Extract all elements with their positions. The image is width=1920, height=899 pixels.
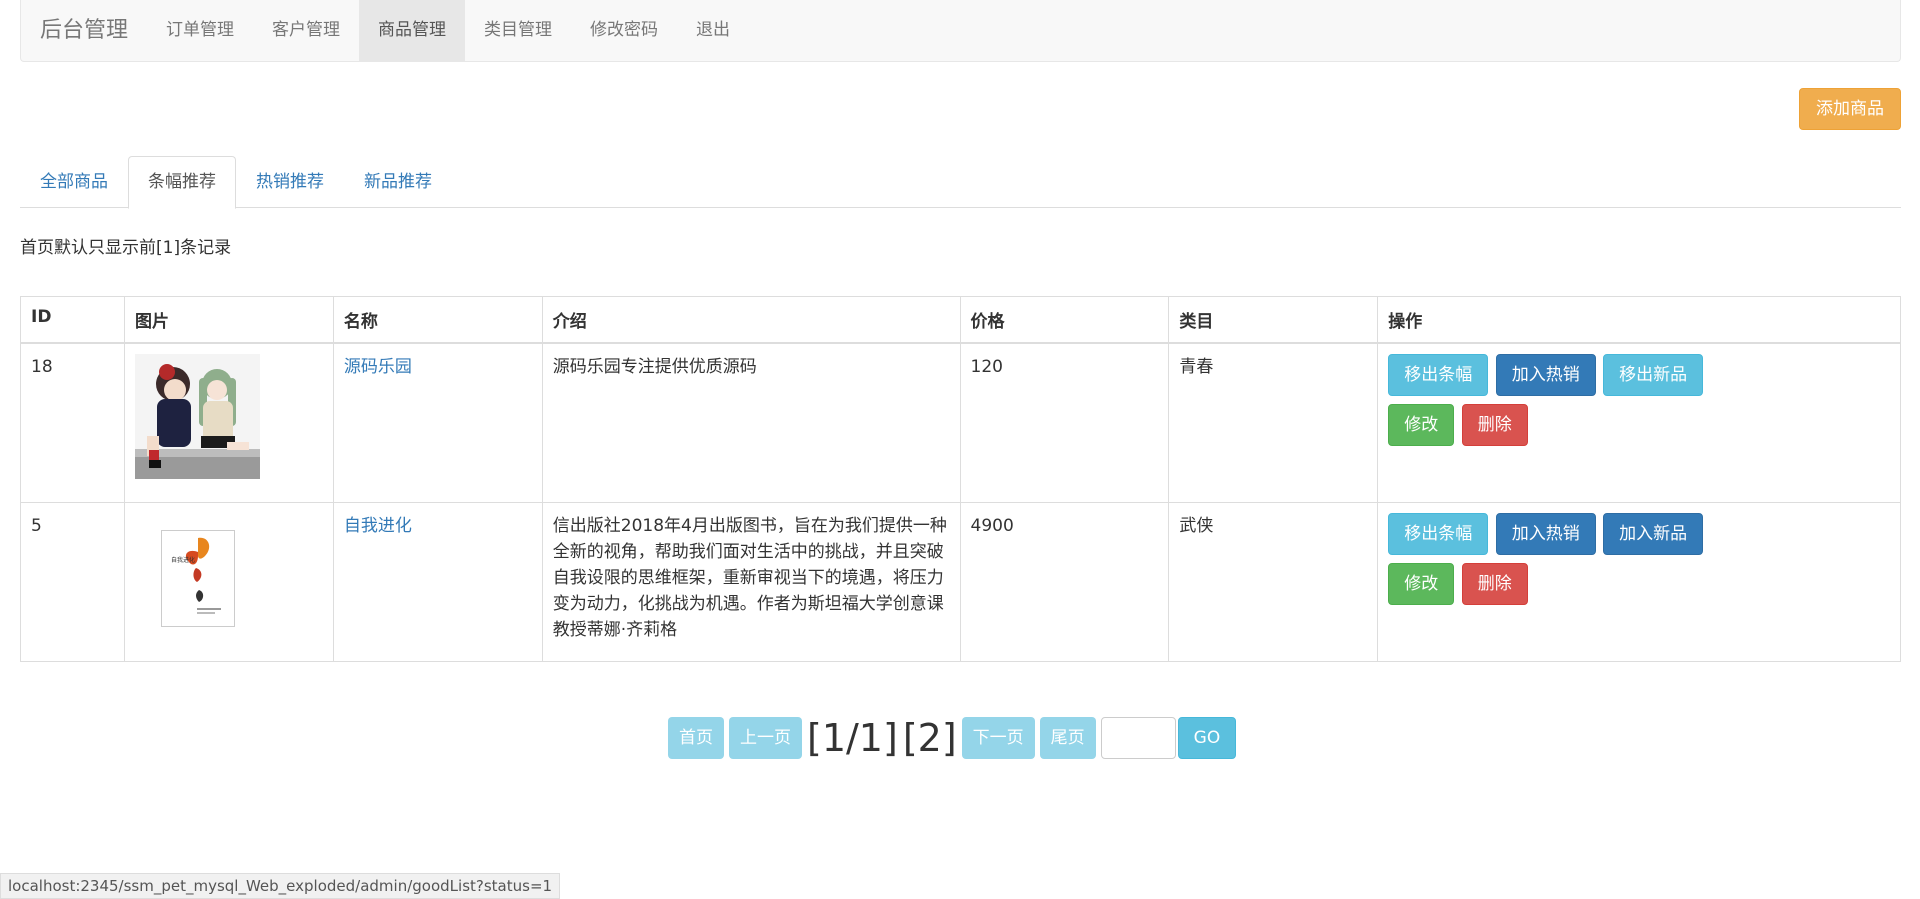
add-goods-button[interactable]: 添加商品: [1799, 88, 1901, 130]
nav-item-categories[interactable]: 类目管理: [465, 0, 571, 61]
page-number-input[interactable]: [1100, 717, 1176, 759]
nav-item-customers[interactable]: 客户管理: [253, 0, 359, 61]
record-notice: 首页默认只显示前[1]条记录: [20, 238, 232, 258]
product-image: 自我进化: [160, 529, 235, 627]
prev-page-button[interactable]: 上一页: [729, 717, 802, 759]
tab-all-goods[interactable]: 全部商品: [20, 156, 128, 208]
next-page-button[interactable]: 下一页: [961, 717, 1035, 759]
edit-button[interactable]: 修改: [1388, 404, 1455, 446]
nav-item-orders[interactable]: 订单管理: [147, 0, 253, 61]
remove-banner-button[interactable]: 移出条幅: [1388, 354, 1489, 396]
header-intro: 介绍: [541, 296, 961, 344]
nav-item-logout[interactable]: 退出: [677, 0, 749, 61]
nav-item-goods[interactable]: 商品管理: [359, 0, 466, 61]
cell-category: 武侠: [1168, 501, 1379, 662]
add-hot-button[interactable]: 加入热销: [1495, 512, 1596, 555]
delete-button[interactable]: 删除: [1461, 404, 1528, 446]
cell-id: 18: [20, 342, 125, 503]
cell-actions: 移出条幅 加入热销 移出新品 修改 删除: [1377, 342, 1901, 503]
cell-price: 120: [959, 342, 1170, 503]
header-category: 类目: [1168, 296, 1379, 344]
table-row: 5 自我进化 自我进化 信出版社2018年4月出版图书，旨在为我们提供一种全新的…: [20, 501, 1901, 662]
cell-intro: 信出版社2018年4月出版图书，旨在为我们提供一种全新的视角，帮助我们面对生活中…: [541, 501, 961, 662]
book-cover-title: 自我进化: [171, 556, 195, 564]
tab-hot-recommend[interactable]: 热销推荐: [236, 156, 344, 208]
remove-banner-button[interactable]: 移出条幅: [1388, 512, 1489, 555]
product-image: [134, 354, 260, 479]
table-header-row: ID 图片 名称 介绍 价格 类目 操作: [20, 296, 1901, 344]
delete-button[interactable]: 删除: [1461, 562, 1528, 605]
cell-intro: 源码乐园专注提供优质源码: [541, 342, 961, 503]
browser-status-url: localhost:2345/ssm_pet_mysql_Web_explode…: [0, 873, 561, 899]
top-navbar: 后台管理 订单管理 客户管理 商品管理 类目管理 修改密码 退出: [20, 0, 1901, 62]
header-image: 图片: [123, 296, 334, 344]
header-id: ID: [20, 296, 125, 344]
page-link[interactable]: [2]: [903, 716, 957, 760]
first-page-button[interactable]: 首页: [668, 717, 724, 759]
pagination: 首页 上一页 [1/1] [2] 下一页 尾页 GO: [668, 716, 1237, 760]
last-page-button[interactable]: 尾页: [1039, 717, 1096, 759]
cell-actions: 移出条幅 加入热销 加入新品 修改 删除: [1377, 501, 1901, 662]
cell-price: 4900: [959, 501, 1170, 662]
page-info: [1/1]: [807, 716, 898, 760]
cell-category: 青春: [1168, 342, 1379, 503]
cell-name: 自我进化: [332, 501, 543, 662]
table-row: 18 源码乐园 源码乐园专注提供优质源码 120 青春 移出条幅 加入热销 移出…: [20, 342, 1901, 503]
nav-item-change-password[interactable]: 修改密码: [571, 0, 677, 61]
go-button[interactable]: GO: [1177, 717, 1237, 759]
tab-new-recommend[interactable]: 新品推荐: [344, 156, 452, 208]
header-name: 名称: [332, 296, 543, 344]
add-hot-button[interactable]: 加入热销: [1495, 354, 1596, 396]
tab-banner-recommend[interactable]: 条幅推荐: [128, 156, 236, 209]
product-name-link[interactable]: 自我进化: [344, 516, 412, 536]
nav-brand[interactable]: 后台管理: [21, 0, 147, 61]
cell-name: 源码乐园: [332, 342, 543, 503]
header-actions: 操作: [1377, 296, 1901, 344]
add-new-button[interactable]: 加入新品: [1603, 512, 1704, 555]
header-price: 价格: [959, 296, 1170, 344]
cell-id: 5: [20, 501, 125, 662]
cell-image: [123, 342, 334, 503]
edit-button[interactable]: 修改: [1388, 562, 1455, 605]
remove-new-button[interactable]: 移出新品: [1603, 354, 1704, 396]
product-name-link[interactable]: 源码乐园: [344, 357, 412, 377]
cell-image: 自我进化: [123, 501, 334, 662]
goods-filter-tabs: 全部商品 条幅推荐 热销推荐 新品推荐: [20, 156, 1901, 209]
goods-table: ID 图片 名称 介绍 价格 类目 操作 18 源码乐园 源码乐园专注提供优质源…: [20, 296, 1901, 662]
